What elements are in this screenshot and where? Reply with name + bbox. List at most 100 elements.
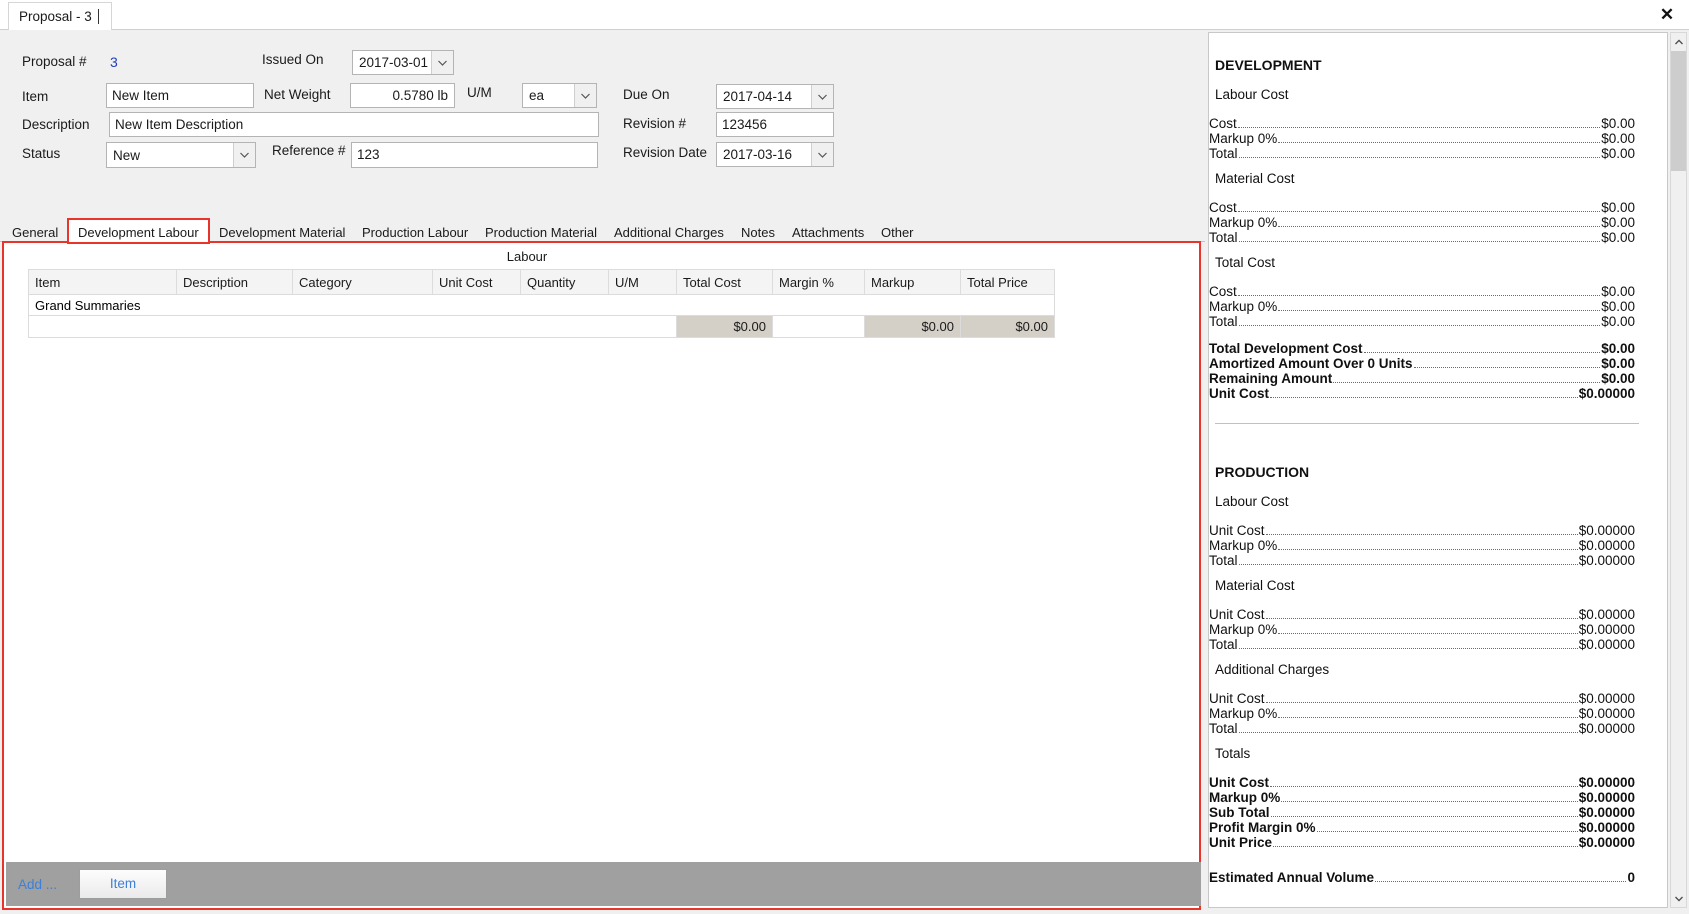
production-group-rows: Unit Cost $0.00000 Markup 0% $0.00000 Sub To… <box>1209 775 1649 850</box>
chevron-down-icon[interactable] <box>431 51 453 74</box>
leader-dots <box>1278 633 1578 634</box>
revision-date-dropdown[interactable]: 2017-03-16 <box>716 142 834 167</box>
um-dropdown[interactable]: ea <box>522 83 597 108</box>
summary-row-label: Unit Cost <box>1209 691 1265 706</box>
due-on-label: Due On <box>623 87 670 102</box>
development-group-heading: Material Cost <box>1215 171 1295 186</box>
leader-dots <box>1238 241 1601 242</box>
scroll-down-icon[interactable] <box>1671 890 1686 907</box>
description-input[interactable]: New Item Description <box>109 112 599 137</box>
summary-row-label: Markup 0% <box>1209 299 1278 314</box>
issued-on-dropdown[interactable]: 2017-03-01 <box>352 50 454 75</box>
column-header-u-m[interactable]: U/M <box>608 269 677 295</box>
reference-number-input[interactable]: 123 <box>351 142 598 168</box>
production-summary-row: Unit Price $0.00000 <box>1209 835 1649 850</box>
scrollbar-thumb[interactable] <box>1671 51 1686 171</box>
production-group-heading: Material Cost <box>1215 578 1295 593</box>
column-header-margin-[interactable]: Margin % <box>772 269 865 295</box>
summary-panel: DEVELOPMENT Labour Cost Cost $0.00 Markup 0%… <box>1205 30 1689 914</box>
item-input[interactable]: New Item <box>106 83 254 108</box>
leader-dots <box>1278 226 1601 227</box>
leader-dots <box>1238 325 1601 326</box>
document-tab[interactable]: Proposal - 3 <box>8 2 112 30</box>
summary-row-label: Unit Price <box>1209 835 1273 850</box>
column-header-total-price[interactable]: Total Price <box>960 269 1055 295</box>
production-group-heading: Totals <box>1215 746 1251 761</box>
summary-row-value: 0 <box>1627 870 1635 885</box>
column-header-total-cost[interactable]: Total Cost <box>676 269 773 295</box>
summary-row-value: $0.00000 <box>1578 538 1635 553</box>
summary-row-value: $0.00000 <box>1578 805 1635 820</box>
summary-row-value: $0.00000 <box>1578 820 1635 835</box>
revision-number-input[interactable]: 123456 <box>716 112 834 137</box>
summary-row-value: $0.00000 <box>1578 706 1635 721</box>
tab-notes[interactable]: Notes <box>733 221 783 242</box>
column-header-unit-cost[interactable]: Unit Cost <box>432 269 521 295</box>
chevron-down-icon[interactable] <box>811 85 833 108</box>
tab-label: Development Labour <box>78 225 199 240</box>
add-item-button[interactable]: Item <box>79 869 168 899</box>
summary-row-value: $0.00 <box>1601 314 1635 329</box>
leader-dots <box>1238 157 1601 158</box>
column-header-item[interactable]: Item <box>28 269 177 295</box>
tab-label: Production Labour <box>362 225 469 240</box>
chevron-down-icon[interactable] <box>233 143 255 167</box>
development-summary-row: Cost $0.00 <box>1209 284 1649 299</box>
chevron-down-icon[interactable] <box>574 84 596 107</box>
leader-dots <box>1270 786 1578 787</box>
status-dropdown[interactable]: New <box>106 142 256 168</box>
production-summary-row: Unit Cost $0.00000 <box>1209 775 1649 790</box>
tab-attachments[interactable]: Attachments <box>784 221 873 242</box>
tab-other[interactable]: Other <box>873 221 922 242</box>
production-summary-row: Markup 0% $0.00000 <box>1209 790 1649 805</box>
summary-scrollbar[interactable] <box>1670 32 1687 908</box>
close-icon[interactable]: ✕ <box>1655 3 1679 27</box>
chevron-down-icon[interactable] <box>811 143 833 166</box>
scroll-up-icon[interactable] <box>1671 33 1686 50</box>
tab-development-material[interactable]: Development Material <box>211 221 354 242</box>
development-group-heading: Total Cost <box>1215 255 1276 270</box>
item-label: Item <box>22 89 49 104</box>
production-summary-row: Sub Total $0.00000 <box>1209 805 1649 820</box>
net-weight-input[interactable]: 0.5780 lb <box>350 83 455 108</box>
column-header-markup[interactable]: Markup <box>864 269 961 295</box>
tab-additional-charges[interactable]: Additional Charges <box>606 221 732 242</box>
leader-dots <box>1237 295 1601 296</box>
development-group-heading: Labour Cost <box>1215 87 1289 102</box>
development-group-rows: Cost $0.00 Markup 0% $0.00 Total $0.00 <box>1209 200 1649 245</box>
tab-label: Attachments <box>792 225 865 240</box>
tab-production-material[interactable]: Production Material <box>477 221 605 242</box>
table-row[interactable]: $0.00 $0.00 $0.00 <box>28 315 1055 338</box>
um-label: U/M <box>467 85 492 100</box>
column-header-category[interactable]: Category <box>292 269 433 295</box>
tab-general[interactable]: General <box>4 221 67 242</box>
summary-row-label: Profit Margin 0% <box>1209 820 1316 835</box>
production-summary-row: Unit Cost $0.00000 <box>1209 607 1649 622</box>
column-header-quantity[interactable]: Quantity <box>520 269 609 295</box>
production-summary-row: Total $0.00000 <box>1209 637 1649 652</box>
leader-dots <box>1375 881 1627 882</box>
column-header-description[interactable]: Description <box>176 269 293 295</box>
summary-row-label: Unit Cost <box>1209 775 1269 790</box>
grid-group-row[interactable]: Grand Summaries <box>28 294 1055 316</box>
revision-date-value: 2017-03-16 <box>723 147 793 162</box>
text-caret <box>97 9 99 24</box>
summary-sections: DEVELOPMENT Labour Cost Cost $0.00 Markup 0%… <box>1209 33 1649 895</box>
leader-dots <box>1413 367 1601 368</box>
leader-dots <box>1270 816 1578 817</box>
leader-dots <box>1237 127 1601 128</box>
status-value: New <box>113 147 141 163</box>
summary-total-cost: $0.00 <box>676 315 773 338</box>
summary-row-label: Total <box>1209 721 1238 736</box>
production-group-heading: Labour Cost <box>1215 494 1289 509</box>
production-summary-row: Total $0.00000 <box>1209 721 1649 736</box>
summary-row-value: $0.00000 <box>1578 553 1635 568</box>
tab-development-labour[interactable]: Development Labour <box>67 218 210 244</box>
development-summary-row: Total $0.00 <box>1209 314 1649 329</box>
production-group-rows: Unit Cost $0.00000 Markup 0% $0.00000 Total $… <box>1209 691 1649 736</box>
tab-production-labour[interactable]: Production Labour <box>354 221 477 242</box>
grand-summaries-label: Grand Summaries <box>28 294 1055 316</box>
development-summary-row: Total $0.00 <box>1209 146 1649 161</box>
leader-dots <box>1265 702 1578 703</box>
due-on-dropdown[interactable]: 2017-04-14 <box>716 84 834 109</box>
